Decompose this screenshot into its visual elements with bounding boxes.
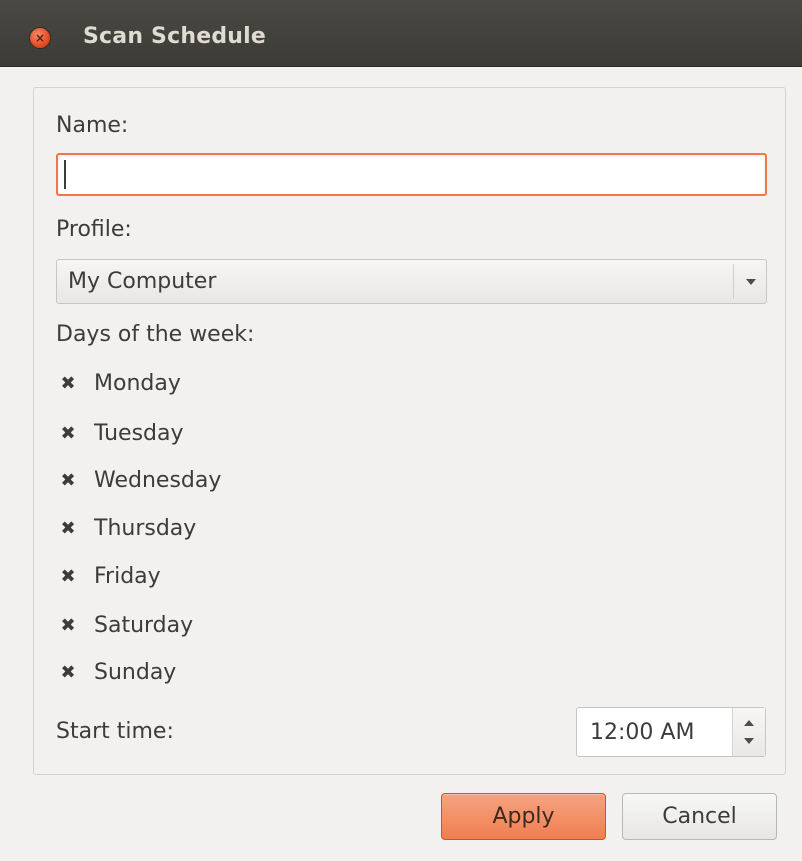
day-label: Wednesday xyxy=(94,467,222,493)
dropdown-separator xyxy=(733,264,734,299)
apply-button[interactable]: Apply xyxy=(441,793,606,840)
check-icon: ✖ xyxy=(60,372,76,394)
name-label: Name: xyxy=(56,113,129,138)
spin-buttons xyxy=(732,708,765,756)
cancel-button[interactable]: Cancel xyxy=(622,793,777,840)
day-label: Friday xyxy=(94,563,161,589)
day-checkbox-wednesday[interactable]: ✖ Wednesday xyxy=(56,464,221,496)
profile-selected-value: My Computer xyxy=(68,269,217,294)
check-icon: ✖ xyxy=(60,517,76,539)
day-label: Monday xyxy=(94,370,181,396)
day-label: Thursday xyxy=(94,515,197,541)
check-icon: ✖ xyxy=(60,661,76,683)
scan-schedule-dialog: × Scan Schedule Name: Profile: My Comput… xyxy=(0,0,802,861)
day-label: Tuesday xyxy=(94,420,184,446)
day-checkbox-tuesday[interactable]: ✖ Tuesday xyxy=(56,417,184,449)
day-checkbox-friday[interactable]: ✖ Friday xyxy=(56,560,161,592)
day-checkbox-monday[interactable]: ✖ Monday xyxy=(56,367,181,399)
chevron-down-icon xyxy=(746,279,756,285)
check-icon: ✖ xyxy=(60,469,76,491)
check-icon: ✖ xyxy=(60,422,76,444)
day-label: Saturday xyxy=(94,612,194,638)
day-label: Sunday xyxy=(94,659,177,685)
text-caret xyxy=(64,160,66,189)
window-title: Scan Schedule xyxy=(83,24,266,49)
profile-label: Profile: xyxy=(56,217,132,242)
check-icon: ✖ xyxy=(60,565,76,587)
close-icon[interactable]: × xyxy=(29,27,51,49)
start-time-label: Start time: xyxy=(56,719,174,744)
profile-dropdown[interactable]: My Computer xyxy=(56,259,767,304)
start-time-value: 12:00 AM xyxy=(590,720,695,745)
title-bar: × Scan Schedule xyxy=(0,0,802,67)
day-checkbox-saturday[interactable]: ✖ Saturday xyxy=(56,609,193,641)
day-checkbox-thursday[interactable]: ✖ Thursday xyxy=(56,512,196,544)
day-checkbox-sunday[interactable]: ✖ Sunday xyxy=(56,656,176,688)
start-time-spinner[interactable]: 12:00 AM xyxy=(576,707,766,757)
days-label: Days of the week: xyxy=(56,322,255,347)
chevron-down-icon[interactable] xyxy=(744,738,754,744)
name-input[interactable] xyxy=(56,153,767,196)
check-icon: ✖ xyxy=(60,614,76,636)
chevron-up-icon[interactable] xyxy=(744,720,754,726)
